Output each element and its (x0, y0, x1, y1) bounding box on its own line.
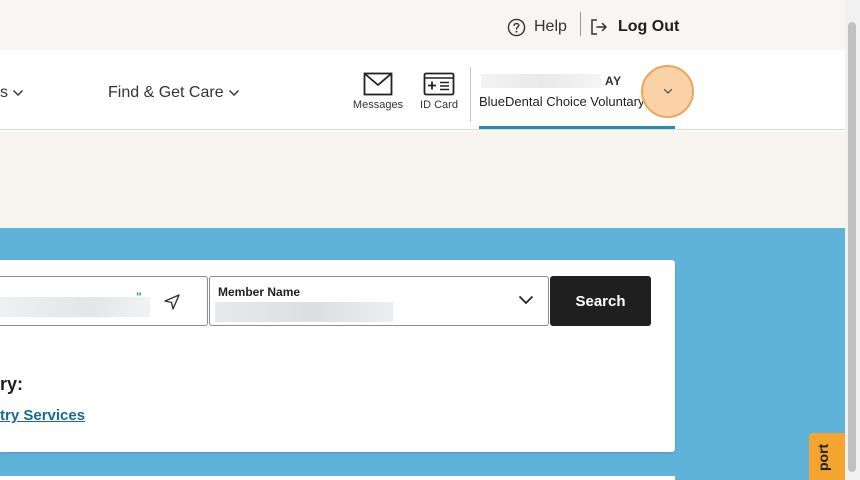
id-card-label: ID Card (420, 99, 458, 111)
next-card (0, 476, 675, 480)
chevron-down-icon (13, 90, 23, 96)
id-card-icon (423, 72, 455, 96)
page-banner (0, 131, 845, 228)
support-tab[interactable]: port (809, 433, 845, 480)
member-name-value-redacted (215, 302, 393, 322)
member-name-select[interactable]: Member Name (209, 276, 549, 326)
plan-name: BlueDental Choice Voluntary (479, 94, 645, 109)
messages-button[interactable]: Messages (352, 72, 404, 122)
chevron-down-icon (663, 88, 672, 94)
help-link[interactable]: Help (507, 16, 567, 38)
category-heading: ry: (0, 374, 24, 394)
member-name-tail: AY (605, 74, 622, 88)
utility-bar (0, 0, 845, 50)
help-label: Help (534, 18, 567, 35)
category-link[interactable]: try Services (0, 407, 85, 424)
member-name-redacted (481, 74, 601, 88)
nav-item-partial-label: s (0, 84, 8, 101)
search-button[interactable]: Search (550, 276, 651, 326)
location-field[interactable]: " (0, 276, 208, 326)
member-name-field-label: Member Name (218, 285, 301, 299)
logout-button[interactable]: Log Out (590, 16, 679, 38)
logout-icon (591, 19, 607, 35)
plan-dropdown-toggle[interactable] (641, 65, 694, 118)
location-arrow-icon[interactable] (163, 293, 181, 311)
nav-divider (470, 67, 471, 122)
nav-find-care[interactable]: Find & Get Care (108, 84, 240, 102)
chevron-down-icon (228, 90, 239, 96)
nav-find-care-label: Find & Get Care (108, 84, 224, 101)
logout-label: Log Out (618, 18, 680, 35)
plan-active-underline (479, 126, 675, 129)
support-tab-label: port (815, 443, 831, 471)
help-circle-icon (507, 18, 526, 36)
nav-item-partial[interactable]: s (0, 84, 24, 102)
messages-label: Messages (352, 99, 404, 111)
envelope-icon (363, 72, 393, 96)
id-card-button[interactable]: ID Card (413, 72, 465, 122)
location-value-tail: " (136, 290, 142, 304)
utility-divider (580, 12, 581, 36)
location-value-redacted (0, 297, 150, 317)
chevron-down-icon (518, 295, 534, 305)
scrollbar-thumb[interactable] (848, 22, 856, 472)
